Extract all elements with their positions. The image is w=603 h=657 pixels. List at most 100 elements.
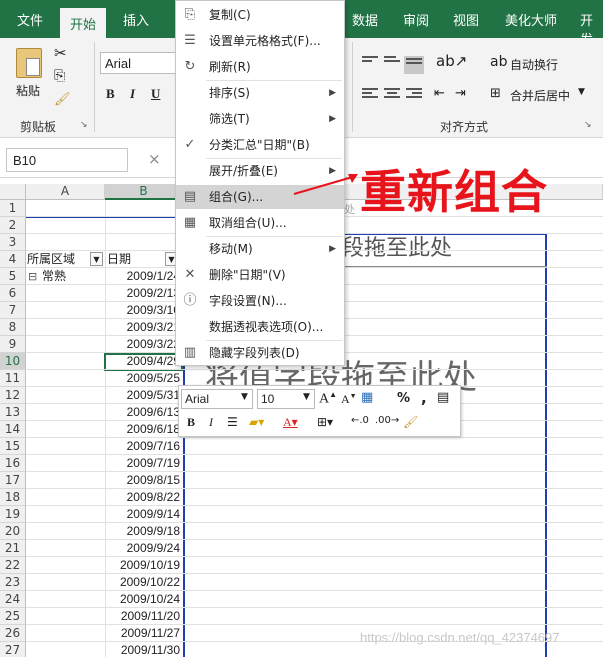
tab-beautify[interactable]: 美化大师 <box>505 10 557 29</box>
comma-button[interactable]: , <box>421 389 427 407</box>
tab-review[interactable]: 审阅 <box>403 10 429 29</box>
wrap-text-icon[interactable]: ab <box>490 54 507 70</box>
orientation-icon[interactable]: ab↗ <box>436 52 467 70</box>
increase-indent-icon[interactable]: ⇥ <box>455 86 466 101</box>
row-header[interactable]: 23 <box>0 574 26 591</box>
row-header[interactable]: 13 <box>0 404 26 421</box>
menu-item[interactable]: ✕ 删除"日期"(V) <box>176 263 344 287</box>
row-header[interactable]: 15 <box>0 438 26 455</box>
pivot-date-cell[interactable]: 2009/9/24 <box>105 540 182 557</box>
tab-file[interactable]: 文件 <box>17 10 43 29</box>
pivot-date-cell[interactable]: 2009/7/16 <box>105 438 182 455</box>
decrease-indent-icon[interactable]: ⇤ <box>434 86 445 101</box>
italic-button[interactable]: I <box>209 415 213 430</box>
underline-button[interactable]: U <box>151 86 160 102</box>
align-bottom-icon[interactable] <box>404 56 424 74</box>
row-header[interactable]: 6 <box>0 285 26 302</box>
pivot-date-cell[interactable]: 2009/10/19 <box>105 557 182 574</box>
wrap-text-button[interactable]: 自动换行 <box>510 56 558 73</box>
menu-item[interactable]: ↻ 刷新(R) <box>176 55 344 79</box>
pivot-date-cell[interactable]: 2009/6/13 <box>105 404 182 421</box>
number-format-icon[interactable]: ▦ <box>361 390 373 405</box>
filter-dropdown-icon[interactable]: ▼ <box>90 252 103 266</box>
pivot-date-cell[interactable]: 2009/10/22 <box>105 574 182 591</box>
chevron-down-icon[interactable]: ▼ <box>241 392 248 402</box>
pivot-date-cell[interactable]: 2009/3/10 <box>105 302 182 319</box>
column-header-a[interactable]: A <box>26 184 105 200</box>
align-right-icon[interactable] <box>406 88 422 102</box>
bold-button[interactable]: B <box>187 415 195 430</box>
row-header[interactable]: 24 <box>0 591 26 608</box>
row-header[interactable]: 10 <box>0 353 26 370</box>
fill-color-icon[interactable]: ▰▾ <box>249 415 264 429</box>
row-header[interactable]: 11 <box>0 370 26 387</box>
paste-button[interactable]: 粘贴 <box>16 82 40 99</box>
cut-icon[interactable]: ✂ <box>54 44 67 62</box>
chevron-down-icon[interactable]: ▼ <box>303 392 310 402</box>
row-header[interactable]: 25 <box>0 608 26 625</box>
row-header[interactable]: 14 <box>0 421 26 438</box>
tab-view[interactable]: 视图 <box>453 10 479 29</box>
align-left-icon[interactable] <box>362 88 378 102</box>
pivot-date-cell[interactable]: 2009/11/20 <box>105 608 182 625</box>
format-table-icon[interactable]: ▤ <box>437 390 449 405</box>
tab-insert[interactable]: 插入 <box>123 10 149 29</box>
select-all-corner[interactable] <box>0 184 26 200</box>
decrease-decimal-icon[interactable]: .00→ <box>375 415 399 426</box>
pivot-date-cell[interactable]: 2009/8/15 <box>105 472 182 489</box>
clipboard-launcher-icon[interactable]: ↘ <box>80 120 88 130</box>
tab-data[interactable]: 数据 <box>352 10 378 29</box>
row-header[interactable]: 4 <box>0 251 26 268</box>
align-center-icon[interactable]: ☰ <box>227 415 238 429</box>
row-header[interactable]: 21 <box>0 540 26 557</box>
align-top-icon[interactable] <box>362 56 378 70</box>
name-box[interactable]: B10 <box>6 148 128 172</box>
pivot-date-cell[interactable]: 2009/5/31 <box>105 387 182 404</box>
merge-center-button[interactable]: 合并后居中 <box>510 87 570 104</box>
font-color-icon[interactable]: A▾ <box>283 415 298 430</box>
copy-icon[interactable]: ⎘ <box>54 68 65 84</box>
italic-button[interactable]: I <box>130 86 135 102</box>
row-header[interactable]: 2 <box>0 217 26 234</box>
merge-dropdown-icon[interactable]: ▼ <box>578 87 585 97</box>
pivot-date-cell[interactable]: 2009/9/14 <box>105 506 182 523</box>
format-painter-icon[interactable]: 🖌 <box>54 92 71 107</box>
menu-item[interactable]: ⓘ 字段设置(N)... <box>176 289 344 313</box>
collapse-icon[interactable]: ⊟ <box>28 268 42 285</box>
pivot-date-cell[interactable]: 2009/1/24 <box>105 268 182 285</box>
cancel-icon[interactable]: × <box>148 150 161 168</box>
row-header[interactable]: 20 <box>0 523 26 540</box>
menu-item[interactable]: 排序(S) ▶ <box>176 81 344 105</box>
borders-icon[interactable]: ⊞▾ <box>317 415 333 429</box>
menu-item[interactable]: ▥ 隐藏字段列表(D) <box>176 341 344 365</box>
row-header[interactable]: 19 <box>0 506 26 523</box>
row-header[interactable]: 8 <box>0 319 26 336</box>
menu-item[interactable]: 筛选(T) ▶ <box>176 107 344 131</box>
alignment-launcher-icon[interactable]: ↘ <box>584 120 592 130</box>
grow-font-icon[interactable]: A▲ <box>319 390 337 408</box>
row-header[interactable]: 22 <box>0 557 26 574</box>
menu-item[interactable]: ✓ 分类汇总"日期"(B) <box>176 133 344 157</box>
menu-item[interactable]: ▦ 取消组合(U)... <box>176 211 344 235</box>
pivot-date-cell[interactable]: 2009/2/13 <box>105 285 182 302</box>
format-painter-icon[interactable]: 🖌 <box>403 415 418 429</box>
row-header[interactable]: 1 <box>0 200 26 217</box>
row-header[interactable]: 12 <box>0 387 26 404</box>
increase-decimal-icon[interactable]: ←.0 <box>351 415 369 426</box>
row-header[interactable]: 16 <box>0 455 26 472</box>
percent-button[interactable]: % <box>397 391 410 406</box>
shrink-font-icon[interactable]: A▼ <box>341 392 357 407</box>
align-middle-icon[interactable] <box>384 56 400 70</box>
row-header[interactable]: 3 <box>0 234 26 251</box>
merge-center-icon[interactable]: ⊞ <box>490 86 501 101</box>
row-header[interactable]: 17 <box>0 472 26 489</box>
row-header[interactable]: 5 <box>0 268 26 285</box>
pivot-date-cell[interactable]: 2009/10/24 <box>105 591 182 608</box>
row-header[interactable]: 9 <box>0 336 26 353</box>
align-center-icon[interactable] <box>384 88 400 102</box>
row-header[interactable]: 26 <box>0 625 26 642</box>
menu-item[interactable]: 数据透视表选项(O)... <box>176 315 344 339</box>
font-name-input[interactable]: Arial <box>100 52 178 74</box>
row-header[interactable]: 7 <box>0 302 26 319</box>
pivot-date-cell[interactable]: 2009/3/22 <box>105 336 182 353</box>
